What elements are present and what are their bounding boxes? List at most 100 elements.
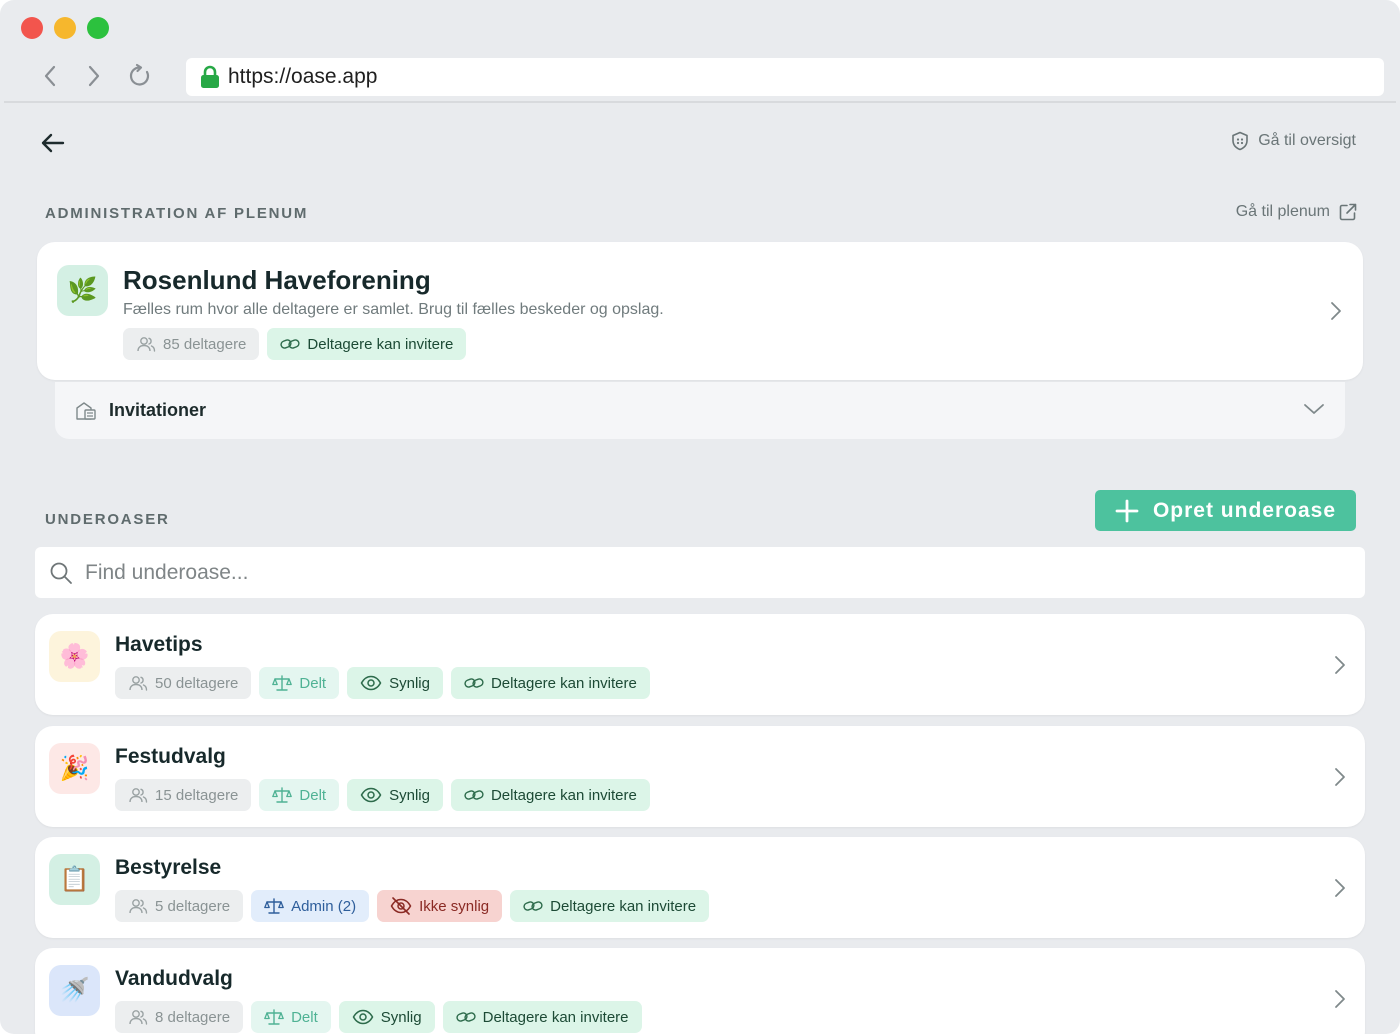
- plenum-title: Rosenlund Haveforening: [123, 265, 431, 295]
- participants-badge: 85 deltagere: [123, 328, 260, 360]
- eye-icon: [360, 675, 382, 691]
- overview-link[interactable]: Gå til oversigt: [1230, 131, 1356, 151]
- users-icon: [129, 676, 148, 691]
- shower-icon: 🚿: [59, 977, 90, 1004]
- chevron-right-icon: [1331, 302, 1341, 320]
- participants-badge-label: 50 deltagere: [155, 674, 239, 692]
- party-icon: 🎉: [59, 755, 90, 782]
- suboasis-title: Havetips: [115, 633, 203, 656]
- invitation-envelope-icon: [76, 401, 96, 420]
- participants-badge-label: 5 deltagere: [155, 897, 231, 915]
- chrome-divider: [4, 101, 1396, 103]
- participants-badge: 8 deltagere: [115, 1001, 244, 1033]
- eye-off-icon: [390, 897, 412, 915]
- plenum-badges: 85 deltagere Deltagere kan invitere: [123, 328, 467, 360]
- suboasis-title: Vandudvalg: [115, 967, 233, 990]
- suboasis-card[interactable]: 🚿 Vandudvalg 8 deltagere Delt Synlig Deltager…: [35, 948, 1365, 1034]
- create-suboasis-button[interactable]: Opret underoase: [1095, 490, 1356, 531]
- scale-icon: [272, 787, 293, 803]
- subs-section-label: UNDEROASER: [45, 511, 170, 528]
- suboasis-avatar: 🚿: [49, 965, 100, 1016]
- link-icon: [464, 678, 484, 688]
- visibility-badge: Ikke synlig: [377, 890, 503, 922]
- visibility-badge: Synlig: [347, 779, 443, 811]
- users-icon: [137, 337, 156, 352]
- link-icon: [280, 339, 301, 349]
- plenum-icon: 🌿: [67, 277, 98, 304]
- chevron-left-icon: [44, 65, 56, 87]
- minimize-window-button[interactable]: [54, 17, 76, 39]
- plenum-link[interactable]: Gå til plenum: [1236, 202, 1358, 222]
- invite-badge-label: Deltagere kan invitere: [550, 897, 697, 915]
- window-controls: [21, 17, 109, 39]
- arrow-left-icon: [41, 133, 65, 153]
- visibility-badge-label: Synlig: [389, 674, 430, 692]
- admin-section-label: ADMINISTRATION AF PLENUM: [45, 205, 309, 222]
- flower-icon: 🌸: [59, 643, 90, 670]
- invitations-label: Invitationer: [109, 400, 207, 420]
- suboasis-badges: 15 deltagere Delt Synlig Deltagere kan invi…: [115, 779, 650, 811]
- participants-badge-label: 85 deltagere: [163, 335, 247, 353]
- lock-icon: [201, 65, 219, 88]
- search-box: [35, 547, 1365, 598]
- reload-icon: [129, 63, 150, 86]
- visibility-badge: Synlig: [338, 1001, 435, 1033]
- plenum-card[interactable]: 🌿 Rosenlund Haveforening Fælles rum hvor…: [37, 242, 1363, 380]
- close-window-button[interactable]: [21, 17, 43, 39]
- invite-badge: Deltagere kan invitere: [450, 667, 650, 699]
- invite-badge-label: Deltagere kan invitere: [490, 674, 637, 692]
- plenum-avatar: 🌿: [57, 265, 108, 316]
- suboasis-title: Bestyrelse: [115, 856, 222, 879]
- visibility-badge-label: Ikke synlig: [419, 897, 490, 915]
- maximize-window-button[interactable]: [87, 17, 109, 39]
- role-badge: Delt: [259, 779, 340, 811]
- plus-icon: [1115, 499, 1139, 522]
- participants-badge: 5 deltagere: [115, 890, 244, 922]
- suboasis-avatar: 🎉: [49, 743, 100, 794]
- participants-badge: 15 deltagere: [115, 779, 252, 811]
- role-badge-label: Delt: [291, 1008, 318, 1026]
- chevron-right-icon: [1335, 656, 1345, 674]
- search-icon: [50, 562, 72, 584]
- scale-icon: [272, 675, 293, 691]
- browser-reload-button[interactable]: [126, 62, 154, 90]
- chevron-down-icon: [1304, 404, 1324, 414]
- visibility-badge-label: Synlig: [380, 1008, 422, 1026]
- eye-icon: [360, 787, 382, 803]
- suboasis-card[interactable]: 📋 Bestyrelse 5 deltagere Admin (2) Ikke synl…: [35, 837, 1365, 938]
- chevron-right-icon: [1335, 990, 1345, 1008]
- browser-forward-button[interactable]: [80, 62, 108, 90]
- browser-back-button[interactable]: [36, 62, 64, 90]
- suboasis-card[interactable]: 🎉 Festudvalg 15 deltagere Delt Synlig Deltage…: [35, 726, 1365, 827]
- scale-icon: [264, 1009, 284, 1025]
- plenum-description: Fælles rum hvor alle deltagere er samlet…: [123, 301, 664, 318]
- visibility-badge-label: Synlig: [389, 786, 430, 804]
- chevron-right-icon: [1335, 768, 1345, 786]
- suboasis-card[interactable]: 🌸 Havetips 50 deltagere Delt Synlig Deltagere…: [35, 614, 1365, 715]
- role-badge-label: Delt: [299, 674, 327, 692]
- browser-window: https://oase.app Gå til oversigt ADMINIS…: [0, 0, 1400, 1034]
- invitations-toggle[interactable]: Invitationer: [55, 382, 1345, 439]
- plenum-link-label: Gå til plenum: [1235, 203, 1330, 220]
- address-bar[interactable]: https://oase.app: [186, 58, 1384, 96]
- invite-badge-label: Deltagere kan invitere: [490, 786, 637, 804]
- visibility-badge: Synlig: [347, 667, 443, 699]
- users-icon: [129, 1010, 148, 1025]
- back-button[interactable]: [38, 128, 68, 158]
- invite-badge: Deltagere kan invitere: [510, 890, 710, 922]
- link-icon: [523, 901, 543, 911]
- search-input[interactable]: [85, 560, 1285, 585]
- url-text: https://oase.app: [228, 65, 378, 88]
- invite-badge-label: Deltagere kan invitere: [482, 1008, 629, 1026]
- invite-badge: Deltagere kan invitere: [450, 779, 650, 811]
- overview-link-label: Gå til oversigt: [1258, 132, 1356, 149]
- invite-badge: Deltagere kan invitere: [267, 328, 467, 360]
- external-link-icon: [1339, 203, 1357, 221]
- link-icon: [464, 790, 484, 800]
- suboasis-badges: 5 deltagere Admin (2) Ikke synlig Deltagere…: [115, 890, 710, 922]
- suboasis-badges: 8 deltagere Delt Synlig Deltagere kan invit…: [115, 1001, 642, 1033]
- suboasis-avatar: 📋: [49, 854, 100, 905]
- suboasis-badges: 50 deltagere Delt Synlig Deltagere kan invi…: [115, 667, 650, 699]
- users-icon: [129, 899, 148, 914]
- create-suboasis-label: Opret underoase: [1152, 498, 1337, 522]
